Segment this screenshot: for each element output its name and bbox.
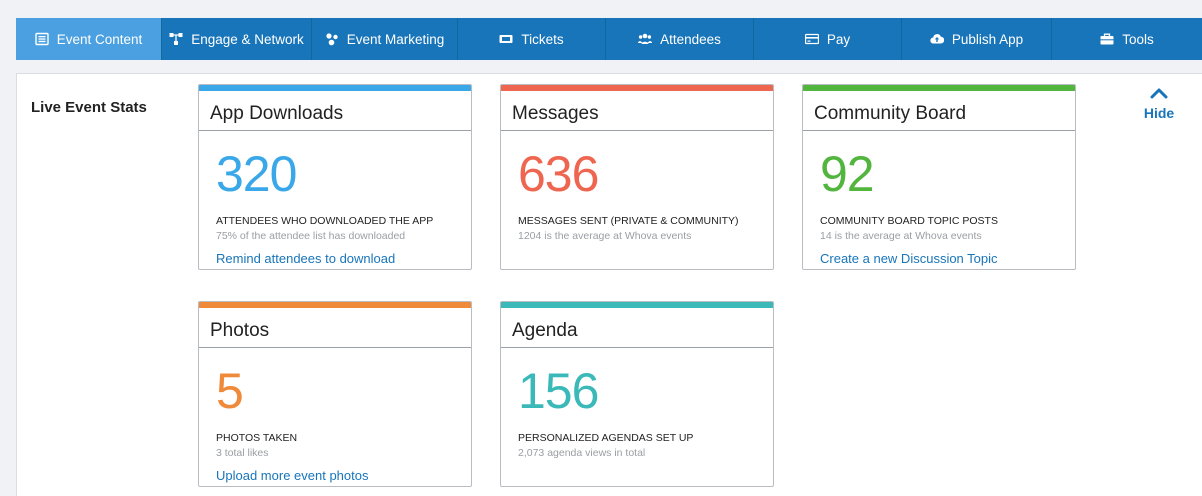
- card-icon: [804, 32, 819, 46]
- tab-label: Pay: [826, 31, 851, 47]
- tab-label: Publish App: [951, 31, 1024, 47]
- card-title: App Downloads: [199, 91, 471, 131]
- tab-event-marketing[interactable]: Event Marketing: [312, 18, 458, 60]
- tab-label: Attendees: [660, 31, 721, 47]
- card-label: PERSONALIZED AGENDAS SET UP: [518, 432, 694, 444]
- panel-title: Live Event Stats: [31, 99, 147, 116]
- card-subtext: 1204 is the average at Whova events: [518, 230, 692, 242]
- hide-button[interactable]: Hide: [1139, 87, 1179, 121]
- messages-card: Messages 636 MESSAGES SENT (PRIVATE & CO…: [500, 84, 774, 270]
- tab-tickets[interactable]: Tickets: [458, 18, 606, 60]
- card-subtext: 75% of the attendee list has downloaded: [216, 230, 406, 242]
- card-value: 320: [216, 146, 297, 202]
- share-icon: [325, 32, 339, 46]
- tab-label: Event Content: [56, 31, 143, 47]
- card-value: 5: [216, 363, 244, 419]
- card-title: Agenda: [501, 308, 773, 348]
- card-title: Community Board: [803, 91, 1075, 131]
- tab-attendees[interactable]: Attendees: [606, 18, 754, 60]
- card-title: Messages: [501, 91, 773, 131]
- card-label: PHOTOS TAKEN: [216, 432, 298, 444]
- card-title: Photos: [199, 308, 471, 348]
- card-subtext: 3 total likes: [216, 447, 269, 459]
- card-subtext: 2,073 agenda views in total: [518, 447, 646, 459]
- card-value: 156: [518, 363, 599, 419]
- tab-engage-network[interactable]: Engage & Network: [162, 18, 312, 60]
- tab-label: Event Marketing: [346, 31, 445, 47]
- main-nav-bar: Event Content Engage & Network Event Mar…: [16, 18, 1202, 60]
- tab-label: Tickets: [521, 31, 564, 47]
- tab-event-content[interactable]: Event Content: [16, 18, 162, 60]
- card-label: MESSAGES SENT (PRIVATE & COMMUNITY): [518, 215, 739, 227]
- card-label: ATTENDEES WHO DOWNLOADED THE APP: [216, 215, 434, 227]
- card-label: COMMUNITY BOARD TOPIC POSTS: [820, 215, 998, 227]
- remind-attendees-link[interactable]: Remind attendees to download: [216, 251, 471, 266]
- tab-pay[interactable]: Pay: [754, 18, 902, 60]
- upload-photos-link[interactable]: Upload more event photos: [216, 468, 471, 483]
- photos-card: Photos 5 PHOTOS TAKEN 3 total likes Uplo…: [198, 301, 472, 487]
- tab-label: Tools: [1122, 31, 1154, 47]
- app-downloads-card: App Downloads 320 ATTENDEES WHO DOWNLOAD…: [198, 84, 472, 270]
- hide-label: Hide: [1143, 105, 1175, 121]
- card-value: 636: [518, 146, 599, 202]
- network-icon: [169, 32, 183, 46]
- card-value: 92: [820, 146, 875, 202]
- create-discussion-topic-link[interactable]: Create a new Discussion Topic: [820, 251, 1075, 266]
- cloud-upload-icon: [930, 32, 944, 46]
- tab-tools[interactable]: Tools: [1052, 18, 1202, 60]
- tab-publish-app[interactable]: Publish App: [902, 18, 1052, 60]
- ticket-icon: [499, 32, 513, 46]
- agenda-card: Agenda 156 PERSONALIZED AGENDAS SET UP 2…: [500, 301, 774, 487]
- card-subtext: 14 is the average at Whova events: [820, 230, 982, 242]
- toolbox-icon: [1100, 32, 1114, 46]
- tab-label: Engage & Network: [191, 31, 304, 47]
- list-icon: [35, 32, 49, 46]
- chevron-up-icon: [1150, 88, 1168, 99]
- community-board-card: Community Board 92 COMMUNITY BOARD TOPIC…: [802, 84, 1076, 270]
- live-event-stats-panel: Live Event Stats Hide App Downloads 320 …: [16, 73, 1202, 496]
- users-icon: [638, 32, 653, 46]
